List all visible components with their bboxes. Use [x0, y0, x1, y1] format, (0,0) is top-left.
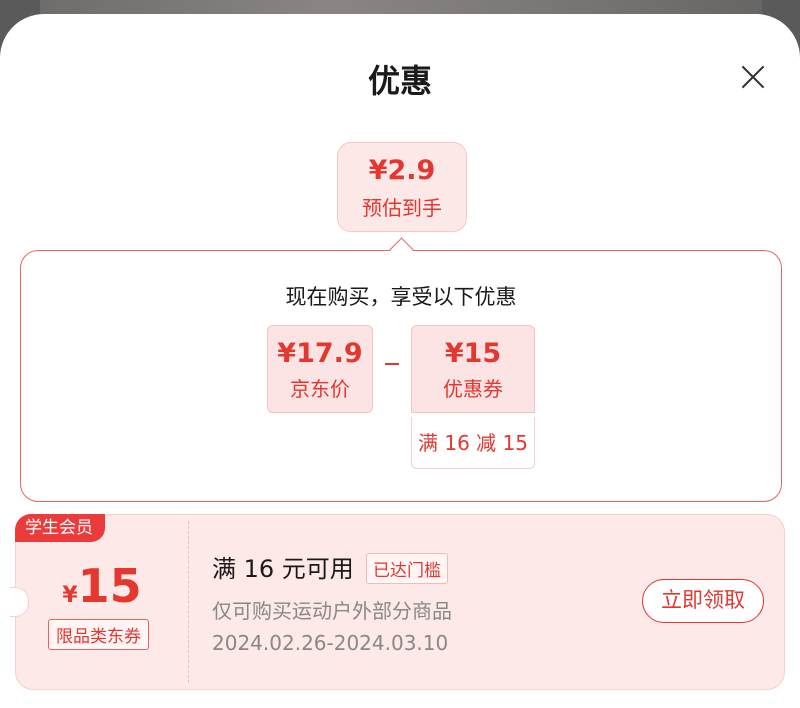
threshold-reached-badge: 已达门槛 — [366, 553, 448, 584]
coupon-discount-label: 优惠券 — [443, 377, 503, 401]
coupon-discount-tile: ¥15 优惠券 — [411, 325, 535, 413]
coupon-amount: ¥15 — [16, 559, 188, 613]
jd-price-label: 京东价 — [290, 377, 350, 401]
close-icon[interactable] — [740, 64, 766, 90]
discount-detail-panel: 现在购买，享受以下优惠 ¥17.9 京东价 ¥15 优惠券 满 16 减 15 — [20, 250, 782, 502]
coupon-validity-period: 2024.02.26-2024.03.10 — [212, 631, 449, 655]
coupon-condition: 满 16 元可用 — [212, 555, 354, 583]
coupon-discount-amount: ¥15 — [444, 338, 502, 369]
student-member-badge: 学生会员 — [15, 514, 105, 542]
jd-price-tile: ¥17.9 京东价 — [267, 325, 373, 413]
coupon-type-badge: 限品类东券 — [48, 619, 149, 650]
coupon-discount-condition: 满 16 减 15 — [411, 417, 535, 469]
minus-sign — [385, 363, 399, 365]
coupon-value: 15 — [77, 559, 142, 613]
coupon-card: 学生会员 ¥15 限品类东券 满 16 元可用 已达门槛 仅可购买运动户外部分商… — [10, 514, 785, 690]
coupon-divider — [188, 521, 189, 683]
estimated-price-label: 预估到手 — [362, 196, 442, 220]
jd-price-amount: ¥17.9 — [277, 338, 363, 369]
coupon-currency: ¥ — [62, 583, 78, 608]
estimated-price-box: ¥2.9 预估到手 — [337, 142, 467, 232]
estimated-price: ¥2.9 — [368, 155, 436, 186]
sheet-title: 优惠 — [367, 62, 432, 100]
claim-coupon-button[interactable]: 立即领取 — [642, 579, 764, 623]
coupon-scope: 仅可购买运动户外部分商品 — [212, 599, 452, 623]
detail-heading: 现在购买，享受以下优惠 — [285, 285, 517, 309]
